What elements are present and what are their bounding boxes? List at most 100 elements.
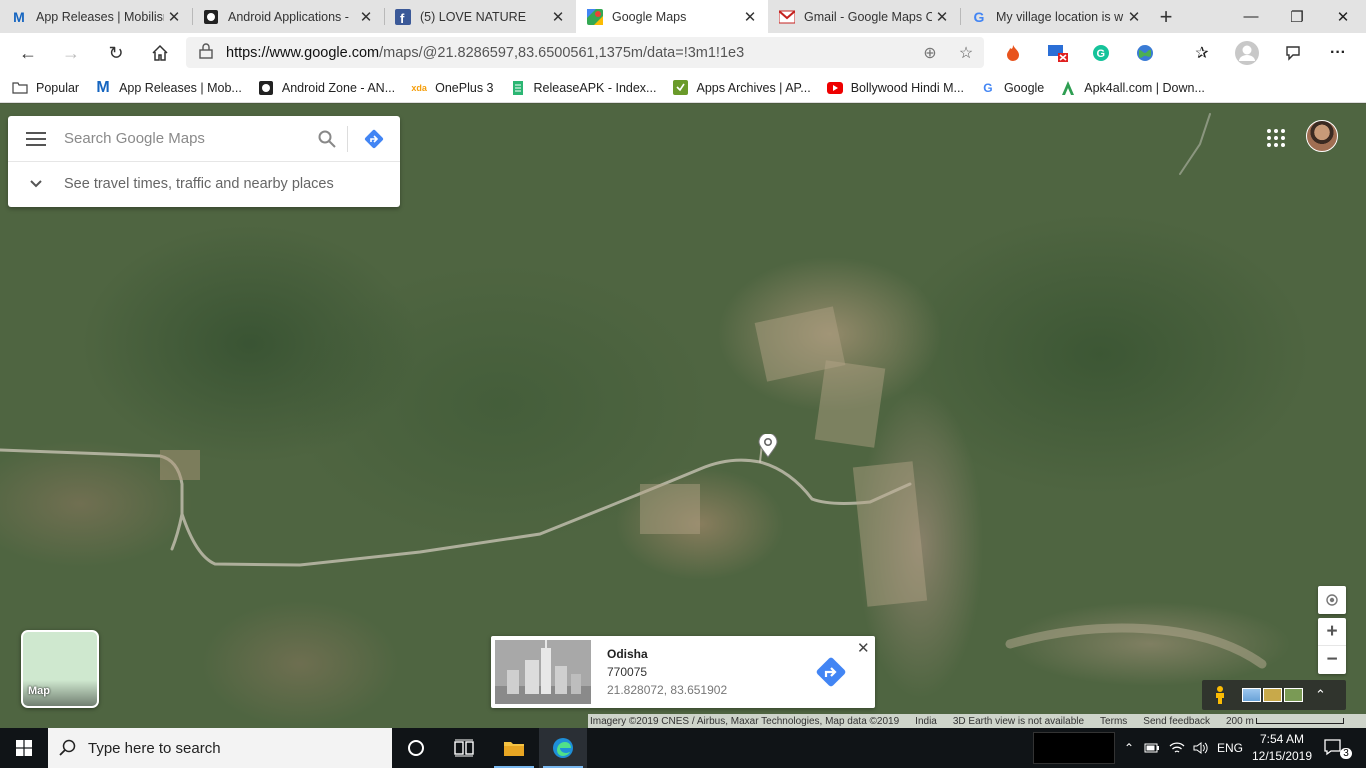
location-pin-icon[interactable] <box>758 432 778 458</box>
folder-icon <box>504 742 524 756</box>
fire-extension-icon[interactable] <box>1000 41 1026 65</box>
close-tab-icon[interactable]: ✕ <box>932 8 952 26</box>
tray-blank-window[interactable] <box>1033 728 1115 768</box>
send-feedback-link[interactable]: Send feedback <box>1143 716 1210 727</box>
tab-google-maps[interactable]: Google Maps ✕ <box>576 0 768 33</box>
cortana-icon <box>408 740 424 756</box>
map-attribution: Imagery ©2019 CNES / Airbus, Maxar Techn… <box>588 714 1366 728</box>
home-button[interactable] <box>145 38 175 68</box>
close-tab-icon[interactable]: ✕ <box>548 8 568 26</box>
chevron-down-icon[interactable] <box>8 180 64 188</box>
forward-button[interactable]: → <box>56 38 86 68</box>
place-coordinates: 21.828072, 83.651902 <box>607 683 728 697</box>
travel-times-label: See travel times, traffic and nearby pla… <box>64 176 334 192</box>
map-layer-toggle[interactable]: Map <box>21 630 99 708</box>
file-explorer-button[interactable] <box>490 728 538 768</box>
tab-village-location[interactable]: G My village location is w ✕ <box>960 0 1152 33</box>
bookmark-android-zone[interactable]: Android Zone - AN... <box>258 80 395 96</box>
layer-label: Map <box>28 685 50 697</box>
imagery-thumb-terrain[interactable] <box>1263 688 1282 702</box>
close-window-button[interactable]: ✕ <box>1320 0 1366 33</box>
tab-app-releases[interactable]: M App Releases | Mobilisn ✕ <box>0 0 192 33</box>
address-bar[interactable]: https://www.google.com/maps/@21.8286597,… <box>186 37 984 68</box>
imagery-thumb-sky[interactable] <box>1242 688 1261 702</box>
bookmark-bollywood[interactable]: Bollywood Hindi M... <box>826 80 964 96</box>
tab-title: Gmail - Google Maps C <box>804 9 932 24</box>
travel-times-row[interactable]: See travel times, traffic and nearby pla… <box>8 162 400 206</box>
show-hidden-icons[interactable]: ⌃ <box>1120 728 1138 768</box>
xda-icon: xda <box>411 82 427 93</box>
zoom-in-button[interactable]: + <box>1318 618 1346 646</box>
bookmark-apk4all[interactable]: Apk4all.com | Down... <box>1060 80 1205 96</box>
grammarly-icon[interactable]: G <box>1088 41 1114 65</box>
bookmark-oneplus[interactable]: xda OnePlus 3 <box>411 80 493 96</box>
screen-extension-icon[interactable] <box>1045 41 1071 65</box>
bookmark-releaseapk[interactable]: ReleaseAPK - Index... <box>510 80 656 96</box>
favorites-icon[interactable]: ✰ <box>1189 41 1215 65</box>
bookmark-label: Bollywood Hindi M... <box>850 80 964 95</box>
close-place-icon[interactable]: ✕ <box>857 639 870 657</box>
imagery-thumbnails[interactable] <box>1242 688 1303 702</box>
more-menu-icon[interactable]: ··· <box>1325 41 1351 65</box>
feedback-icon[interactable] <box>1281 41 1307 65</box>
bookmark-app-releases[interactable]: M App Releases | Mob... <box>95 79 241 96</box>
bookmark-apps-archives[interactable]: Apps Archives | AP... <box>672 80 811 96</box>
language-indicator[interactable]: ENG <box>1214 728 1246 768</box>
earth-extension-icon[interactable] <box>1132 41 1158 65</box>
zoom-out-button[interactable]: − <box>1318 646 1346 674</box>
google-icon: G <box>983 80 993 95</box>
directions-icon[interactable] <box>348 129 400 149</box>
restore-button[interactable]: ❐ <box>1274 0 1320 33</box>
google-icon: G <box>973 8 985 25</box>
place-card[interactable]: Odisha 770075 21.828072, 83.651902 ✕ <box>491 636 875 708</box>
profile-icon[interactable] <box>1234 41 1260 65</box>
bookmark-popular[interactable]: Popular <box>12 80 79 96</box>
edge-browser-button[interactable] <box>539 728 587 768</box>
tab-gmail[interactable]: Gmail - Google Maps C ✕ <box>768 0 960 33</box>
imagery-thumb-satellite[interactable] <box>1284 688 1303 702</box>
back-button[interactable]: ← <box>13 38 43 68</box>
tab-android-applications[interactable]: Android Applications - ✕ <box>192 0 384 33</box>
scale-bar <box>1255 718 1344 724</box>
place-thumbnail <box>495 640 591 704</box>
bookmark-google[interactable]: G Google <box>980 80 1044 96</box>
start-button[interactable] <box>0 728 48 768</box>
taskbar-search[interactable]: Type here to search <box>48 728 392 768</box>
action-center-button[interactable]: 3 <box>1320 728 1356 768</box>
terms-link[interactable]: Terms <box>1100 716 1127 727</box>
close-tab-icon[interactable]: ✕ <box>164 8 184 26</box>
country-link[interactable]: India <box>915 716 937 727</box>
tab-love-nature[interactable]: f (5) LOVE NATURE ✕ <box>384 0 576 33</box>
cortana-button[interactable] <box>392 728 440 768</box>
google-apps-icon[interactable] <box>1266 128 1286 148</box>
system-clock[interactable]: 7:54 AM 12/15/2019 <box>1248 731 1316 765</box>
m-icon: M <box>13 8 25 25</box>
task-view-button[interactable] <box>440 728 488 768</box>
directions-button[interactable] <box>815 656 847 688</box>
menu-icon[interactable] <box>8 131 64 146</box>
search-icon[interactable] <box>307 130 347 148</box>
tab-title: (5) LOVE NATURE <box>420 9 527 24</box>
scale-label[interactable]: 200 m <box>1226 716 1254 727</box>
account-avatar[interactable] <box>1306 120 1338 152</box>
pegman-icon[interactable] <box>1212 686 1228 704</box>
favorite-star-icon[interactable]: ☆ <box>948 43 984 63</box>
wifi-icon[interactable] <box>1166 728 1188 768</box>
battery-icon[interactable] <box>1142 728 1162 768</box>
my-location-button[interactable] <box>1318 586 1346 614</box>
search-icon <box>48 739 88 757</box>
search-input[interactable] <box>64 130 307 147</box>
close-tab-icon[interactable]: ✕ <box>740 8 760 26</box>
volume-icon[interactable] <box>1190 728 1212 768</box>
expand-icon[interactable]: ⌃ <box>1315 687 1326 703</box>
refresh-button[interactable]: ↻ <box>101 38 131 68</box>
notification-count: 3 <box>1340 747 1352 759</box>
close-tab-icon[interactable]: ✕ <box>1124 8 1144 26</box>
close-tab-icon[interactable]: ✕ <box>356 8 376 26</box>
minimize-button[interactable]: — <box>1228 0 1274 33</box>
tab-bar: M App Releases | Mobilisn ✕ Android Appl… <box>0 0 1366 33</box>
add-app-icon[interactable]: ⊕ <box>912 43 948 63</box>
folder-icon <box>12 80 28 96</box>
new-tab-button[interactable]: + <box>1152 0 1180 33</box>
satellite-map[interactable]: See travel times, traffic and nearby pla… <box>0 104 1366 728</box>
